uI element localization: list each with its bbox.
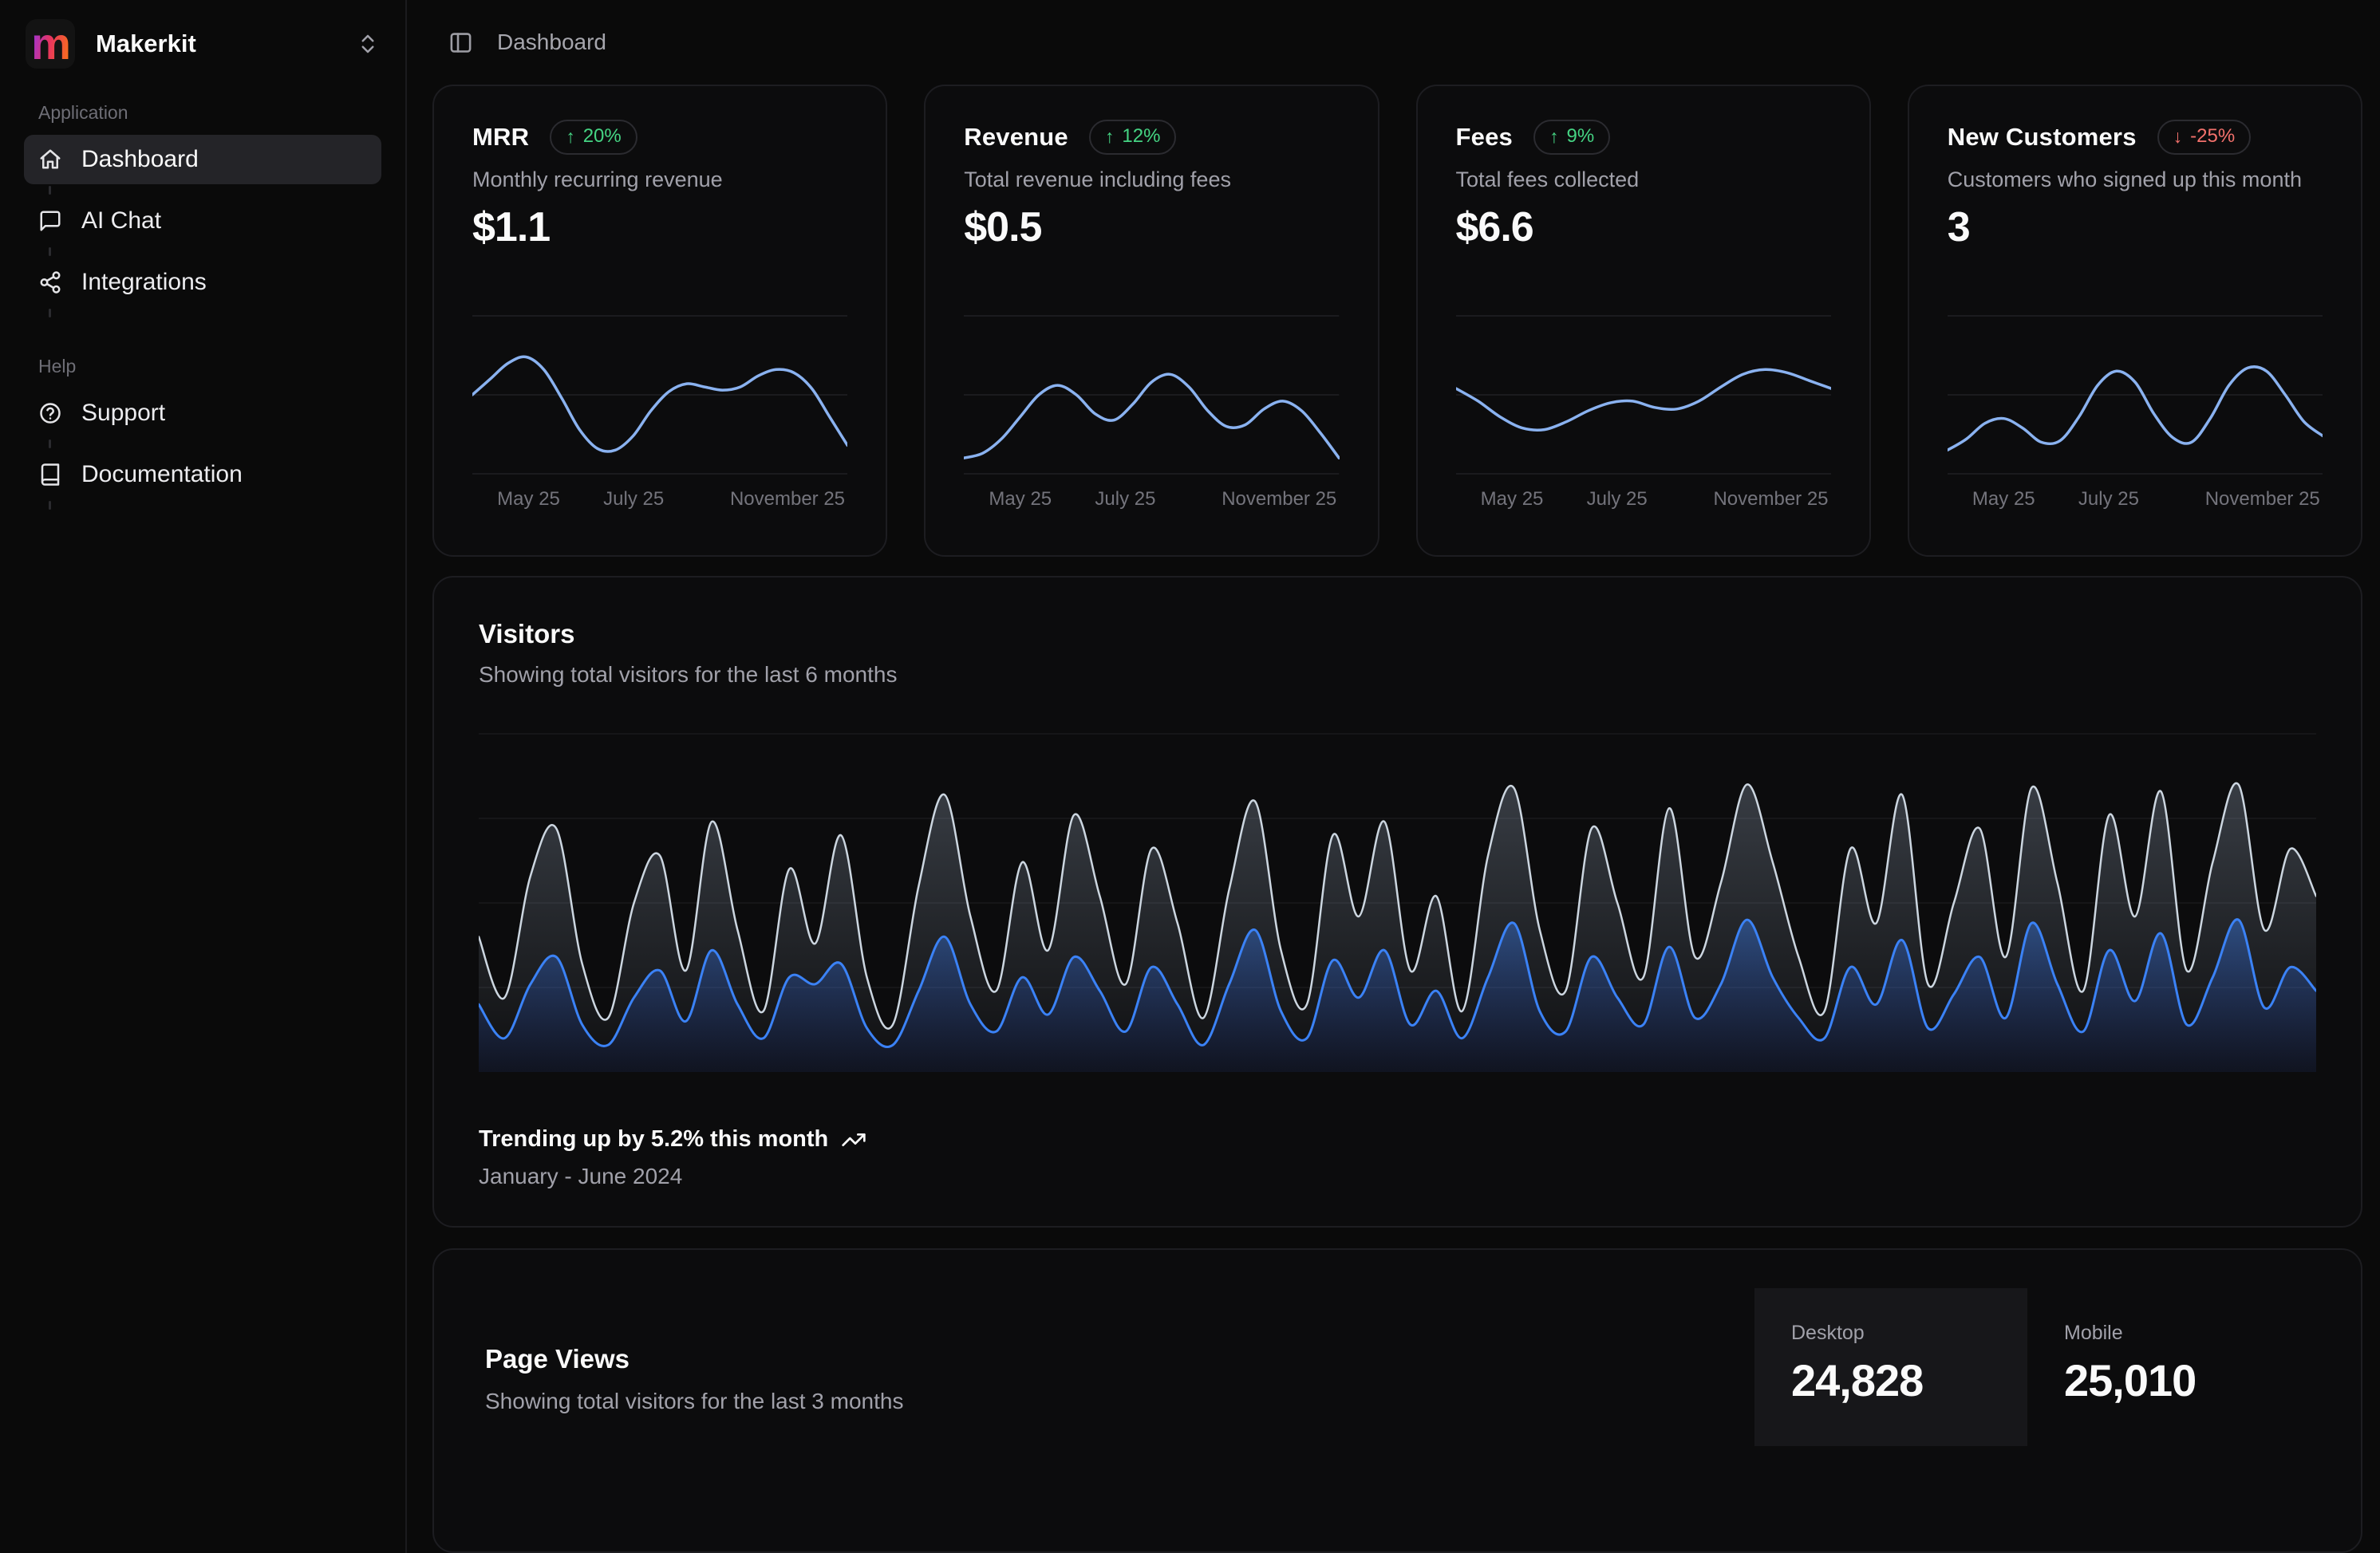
sidebar-item-label: AI Chat [81, 207, 161, 235]
sidebar-item-documentation[interactable]: Documentation [24, 450, 381, 499]
sidebar-item-support[interactable]: Support [24, 388, 381, 438]
x-tick: May 25 [1972, 488, 2035, 510]
x-tick: November 25 [2205, 488, 2320, 510]
arrow-up-icon: ↑ [566, 126, 575, 148]
sparkline-chart: May 25 July 25 November 25 [964, 311, 1339, 512]
nav-divider-tick [49, 501, 51, 510]
visitors-area-chart [479, 729, 2316, 1077]
visitors-trend-text: Trending up by 5.2% this month [479, 1126, 828, 1153]
x-tick: May 25 [497, 488, 560, 510]
sidebar-section-application: Application [24, 102, 381, 124]
stat-value: $0.5 [964, 203, 1339, 251]
makerkit-logo: m [26, 19, 75, 69]
stat-value: 3 [1948, 203, 2323, 251]
x-tick: July 25 [2078, 488, 2139, 510]
breadcrumb: Dashboard [497, 30, 606, 55]
home-icon [38, 148, 62, 171]
sidebar-item-label: Support [81, 400, 165, 427]
nav-divider-tick [49, 247, 51, 256]
sidebar-item-label: Integrations [81, 269, 207, 296]
stat-cards-row: MRR ↑ 20% Monthly recurring revenue $1.1… [432, 85, 2362, 557]
x-tick: July 25 [603, 488, 664, 510]
stat-subtitle: Total fees collected [1456, 168, 1831, 192]
stat-title: Fees [1456, 123, 1513, 152]
stat-title: MRR [472, 123, 529, 152]
x-tick: July 25 [1587, 488, 1648, 510]
stat-label: Mobile [2064, 1322, 2264, 1345]
stat-subtitle: Total revenue including fees [964, 168, 1339, 192]
badge-value: 9% [1566, 125, 1594, 148]
stat-subtitle: Monthly recurring revenue [472, 168, 847, 192]
logo-letter: m [31, 24, 69, 64]
stat-label: Desktop [1791, 1322, 1991, 1345]
page-views-stat-mobile[interactable]: Mobile 25,010 [2027, 1288, 2300, 1446]
nav-divider-tick [49, 439, 51, 448]
x-tick: November 25 [1713, 488, 1828, 510]
x-tick: May 25 [989, 488, 1052, 510]
workspace-switcher[interactable]: m Makerkit [24, 18, 381, 70]
book-icon [38, 463, 62, 487]
page-views-stat-desktop[interactable]: Desktop 24,828 [1754, 1288, 2027, 1446]
stat-title: Revenue [964, 123, 1068, 152]
stat-value: 25,010 [2064, 1354, 2264, 1406]
page-views-title: Page Views [485, 1344, 903, 1374]
stat-title: New Customers [1948, 123, 2137, 152]
visitors-subtitle: Showing total visitors for the last 6 mo… [479, 662, 2316, 688]
x-tick: November 25 [730, 488, 845, 510]
visitors-title: Visitors [479, 619, 2316, 649]
page-views-card: Page Views Showing total visitors for th… [432, 1248, 2362, 1553]
sparkline-chart: May 25 July 25 November 25 [1948, 311, 2323, 512]
sidebar-item-dashboard[interactable]: Dashboard [24, 135, 381, 184]
stat-value: $6.6 [1456, 203, 1831, 251]
trend-badge: ↑ 20% [550, 120, 637, 155]
stat-value: 24,828 [1791, 1354, 1991, 1406]
stat-card-new-customers: New Customers ↓ -25% Customers who signe… [1908, 85, 2362, 557]
help-circle-icon [38, 401, 62, 425]
chevrons-up-down-icon [356, 32, 380, 56]
trend-badge: ↑ 9% [1533, 120, 1610, 155]
share-icon [38, 270, 62, 294]
workspace-name: Makerkit [96, 30, 196, 58]
sidebar-toggle-button[interactable] [448, 30, 473, 55]
top-bar: Dashboard [432, 0, 2362, 85]
page-views-subtitle: Showing total visitors for the last 3 mo… [485, 1389, 903, 1414]
sparkline-chart: May 25 July 25 November 25 [472, 311, 847, 512]
sparkline-chart: May 25 July 25 November 25 [1456, 311, 1831, 512]
sidebar-item-label: Dashboard [81, 146, 199, 173]
sidebar-item-integrations[interactable]: Integrations [24, 258, 381, 307]
x-tick: November 25 [1222, 488, 1336, 510]
trending-up-icon [841, 1127, 866, 1153]
stat-card-revenue: Revenue ↑ 12% Total revenue including fe… [924, 85, 1379, 557]
stat-card-fees: Fees ↑ 9% Total fees collected $6.6 May … [1416, 85, 1871, 557]
stat-subtitle: Customers who signed up this month [1948, 168, 2323, 192]
sidebar-item-label: Documentation [81, 461, 243, 488]
visitors-period: January - June 2024 [479, 1164, 2316, 1189]
trend-badge: ↓ -25% [2157, 120, 2252, 155]
trend-badge: ↑ 12% [1089, 120, 1177, 155]
page-views-stats: Desktop 24,828 Mobile 25,010 [1754, 1288, 2300, 1446]
arrow-down-icon: ↓ [2173, 126, 2183, 148]
sidebar-section-help: Help [24, 356, 381, 377]
nav-divider-tick [49, 309, 51, 317]
sidebar: m Makerkit Application Dashboard AI Chat… [0, 0, 407, 1553]
chat-icon [38, 209, 62, 233]
arrow-up-icon: ↑ [1105, 126, 1115, 148]
stat-card-mrr: MRR ↑ 20% Monthly recurring revenue $1.1… [432, 85, 887, 557]
badge-value: 20% [583, 125, 622, 148]
badge-value: -25% [2190, 125, 2235, 148]
x-tick: May 25 [1481, 488, 1544, 510]
visitors-card: Visitors Showing total visitors for the … [432, 576, 2362, 1228]
x-tick: July 25 [1095, 488, 1155, 510]
stat-value: $1.1 [472, 203, 847, 251]
sidebar-item-ai-chat[interactable]: AI Chat [24, 196, 381, 246]
main-content: Dashboard MRR ↑ 20% Monthly recurring re… [407, 0, 2380, 1553]
badge-value: 12% [1122, 125, 1160, 148]
nav-divider-tick [49, 186, 51, 195]
arrow-up-icon: ↑ [1549, 126, 1559, 148]
